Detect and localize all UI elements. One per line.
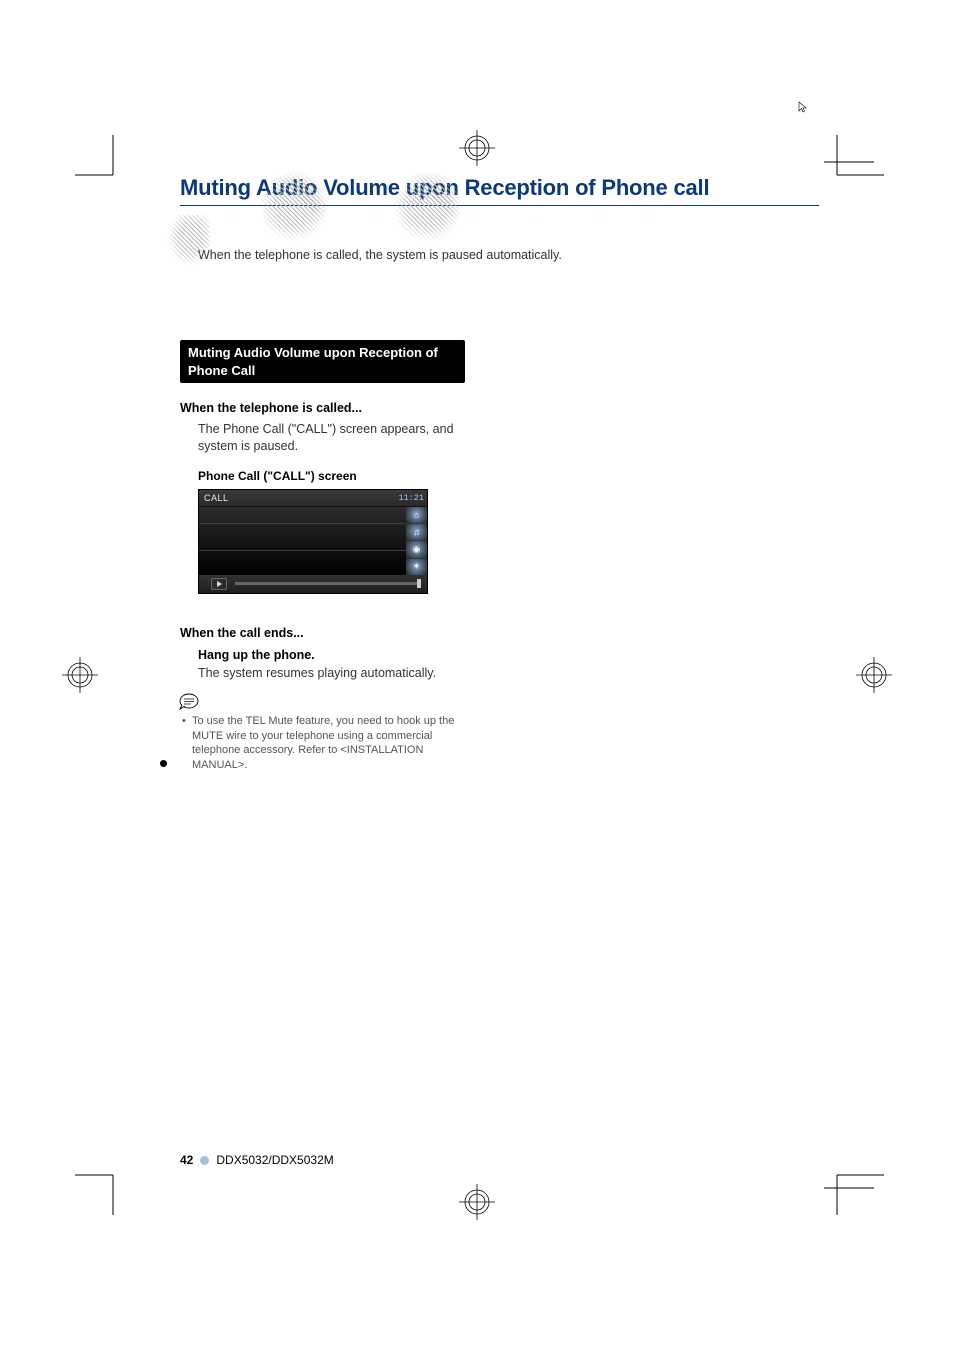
intro-text: When the telephone is called, the system…	[198, 248, 819, 262]
call-screen-title: CALL	[204, 493, 229, 503]
screen-side-icon-3: ◉	[406, 541, 427, 558]
play-icon	[211, 578, 227, 590]
bullet-dot: •	[182, 714, 192, 773]
screen-side-icon-2: ♫	[406, 524, 427, 541]
hatch-decoration	[254, 171, 334, 241]
footer-bullet-icon	[200, 1156, 209, 1165]
crop-mark-bottom-right	[824, 1165, 884, 1215]
screen-caption: Phone Call ("CALL") screen	[198, 469, 465, 483]
black-dot-decoration	[160, 760, 167, 767]
progress-track	[235, 582, 421, 585]
screen-side-icon-1: ⌂	[406, 507, 427, 524]
registration-mark-left	[62, 657, 98, 693]
subheading-when-called: When the telephone is called...	[180, 401, 465, 415]
call-screen-illustration: CALL 11:21 ⌂ ♫ ◉ ✶	[198, 489, 428, 594]
crop-mark-top-left	[75, 135, 125, 185]
note-text: • To use the TEL Mute feature, you need …	[182, 714, 465, 773]
section-column: Muting Audio Volume upon Reception of Ph…	[180, 340, 465, 773]
registration-mark-bottom	[459, 1184, 495, 1220]
subheading-when-ends: When the call ends...	[180, 626, 465, 640]
page-footer: 42 DDX5032/DDX5032M	[180, 1153, 334, 1167]
crop-mark-top-right	[824, 135, 884, 185]
note-line: To use the TEL Mute feature, you need to…	[192, 714, 465, 773]
page-content: Muting Audio Volume upon Reception of Ph…	[180, 175, 819, 773]
registration-mark-right	[856, 657, 892, 693]
screen-side-icon-4: ✶	[406, 559, 427, 575]
hatch-decoration	[162, 215, 210, 270]
hatch-decoration	[388, 171, 468, 241]
cursor-icon	[798, 100, 807, 118]
hangup-instruction: Hang up the phone.	[198, 648, 465, 662]
section-heading: Muting Audio Volume upon Reception of Ph…	[180, 340, 465, 383]
footer-model: DDX5032/DDX5032M	[216, 1153, 333, 1167]
page-number: 42	[180, 1153, 193, 1167]
note-icon	[178, 692, 465, 710]
registration-mark-top	[459, 130, 495, 166]
when-ends-text: The system resumes playing automatically…	[198, 665, 465, 682]
call-screen-time: 11:21	[398, 493, 424, 503]
crop-mark-bottom-left	[75, 1165, 125, 1215]
when-called-text: The Phone Call ("CALL") screen appears, …	[198, 421, 465, 455]
